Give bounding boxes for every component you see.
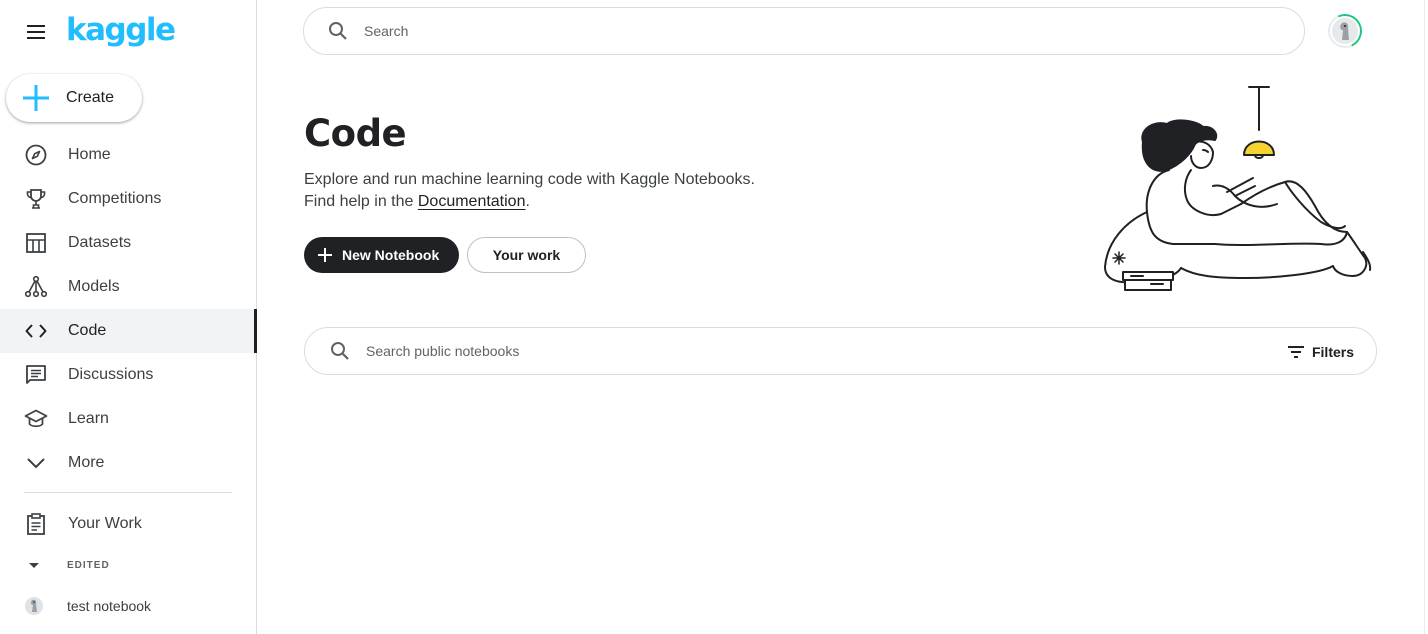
notebook-search-bar[interactable]: Filters xyxy=(304,327,1377,375)
sidebar-item-label: Discussions xyxy=(68,366,154,383)
filters-label: Filters xyxy=(1311,344,1354,360)
sidebar-item-label: Learn xyxy=(68,410,109,427)
sidebar-item-label: Home xyxy=(68,146,111,163)
help-text-suffix: . xyxy=(525,193,530,210)
discussion-icon xyxy=(24,363,48,387)
models-icon xyxy=(24,275,48,299)
user-avatar[interactable] xyxy=(1323,9,1367,53)
sidebar-item-label: Models xyxy=(68,278,120,295)
filter-icon xyxy=(1287,346,1304,358)
edited-notebook-label: test notebook xyxy=(67,598,152,614)
your-work-label: Your work xyxy=(492,247,561,263)
notebook-search-input[interactable] xyxy=(366,343,1246,359)
filters-button[interactable]: Filters xyxy=(1287,340,1354,364)
hamburger-menu-icon xyxy=(27,25,45,39)
clipboard-icon xyxy=(24,512,48,536)
sidebar: kaggle Create Home Competitions Datasets… xyxy=(0,0,257,634)
code-hero-illustration xyxy=(1104,86,1372,291)
sidebar-item-learn[interactable]: Learn xyxy=(0,397,257,441)
sidebar-item-datasets[interactable]: Datasets xyxy=(0,221,257,265)
page-description: Explore and run machine learning code wi… xyxy=(304,171,755,188)
sidebar-divider xyxy=(24,492,232,493)
page-title: Code xyxy=(304,112,407,155)
documentation-link[interactable]: Documentation xyxy=(418,193,526,210)
sidebar-item-models[interactable]: Models xyxy=(0,265,257,309)
sidebar-item-label: Code xyxy=(68,322,107,339)
sidebar-item-code[interactable]: Code xyxy=(0,309,257,353)
create-label: Create xyxy=(66,89,115,106)
plus-icon xyxy=(23,85,49,111)
table-icon xyxy=(24,231,48,255)
sidebar-item-label: Your Work xyxy=(68,515,142,532)
trophy-icon xyxy=(24,187,48,211)
kaggle-logo[interactable]: kaggle xyxy=(66,12,176,48)
caret-down-icon[interactable] xyxy=(29,563,39,568)
sidebar-item-label: More xyxy=(68,454,105,471)
sidebar-item-more[interactable]: More xyxy=(0,441,257,485)
sidebar-item-label: Competitions xyxy=(68,190,162,207)
sidebar-item-label: Datasets xyxy=(68,234,132,251)
create-button[interactable]: Create xyxy=(6,74,142,122)
code-icon xyxy=(24,319,48,343)
edited-notebook-item[interactable]: test notebook xyxy=(0,592,257,620)
page-help-text: Find help in the Documentation. xyxy=(304,193,530,211)
help-text-prefix: Find help in the xyxy=(304,193,418,210)
avatar-image xyxy=(1332,18,1358,44)
your-work-button[interactable]: Your work xyxy=(467,237,586,273)
school-icon xyxy=(24,407,48,431)
new-notebook-button[interactable]: New Notebook xyxy=(304,237,459,273)
sidebar-item-home[interactable]: Home xyxy=(0,133,257,177)
new-notebook-label: New Notebook xyxy=(342,247,440,263)
global-search-input[interactable] xyxy=(364,23,1244,39)
sidebar-item-your-work[interactable]: Your Work xyxy=(0,502,257,546)
sidebar-item-discussions[interactable]: Discussions xyxy=(0,353,257,397)
notebook-thumbnail xyxy=(25,597,43,615)
global-search-bar[interactable] xyxy=(303,7,1305,55)
search-icon xyxy=(331,342,349,360)
plus-icon xyxy=(318,248,332,262)
compass-icon xyxy=(24,143,48,167)
edited-section-label: EDITED xyxy=(67,560,110,571)
chevron-down-icon xyxy=(24,451,48,475)
scrollbar-track[interactable] xyxy=(1424,0,1425,634)
menu-button[interactable] xyxy=(22,18,50,46)
search-icon xyxy=(329,22,347,40)
sidebar-item-competitions[interactable]: Competitions xyxy=(0,177,257,221)
